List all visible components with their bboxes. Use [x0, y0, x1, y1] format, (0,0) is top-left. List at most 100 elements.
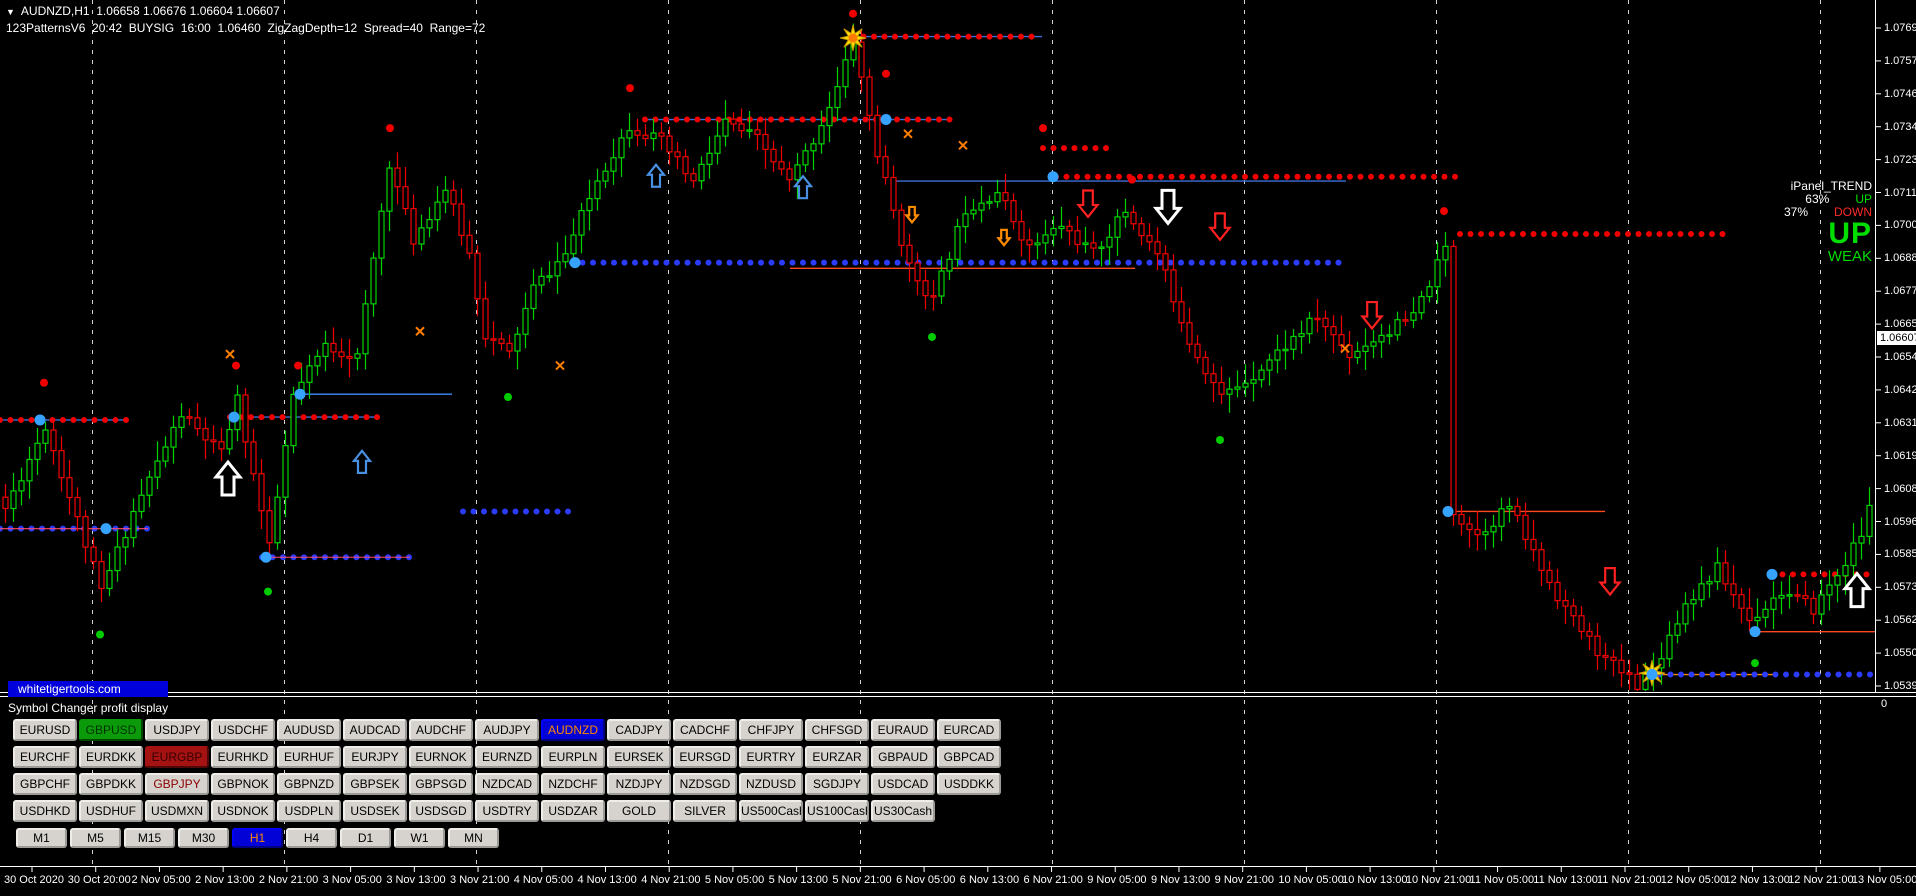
symbol-button-audusd[interactable]: AUDUSD: [277, 719, 341, 741]
symbol-button-usdpln[interactable]: USDPLN: [277, 800, 341, 822]
symbol-button-audchf[interactable]: AUDCHF: [409, 719, 473, 741]
symbol-button-us500cash[interactable]: US500Cash: [739, 800, 803, 822]
symbol-button-nzdchf[interactable]: NZDCHF: [541, 773, 605, 795]
time-tick-label: 3 Nov 21:00: [450, 874, 510, 886]
symbol-button-eurgbp[interactable]: EURGBP: [145, 746, 209, 768]
symbol-button-gbpdkk[interactable]: GBPDKK: [79, 773, 143, 795]
price-tick-label: 1.06195: [1884, 449, 1916, 462]
symbol-button-us30cash[interactable]: US30Cash: [871, 800, 935, 822]
symbol-button-eurdkk[interactable]: EURDKK: [79, 746, 143, 768]
symbol-button-usdnok[interactable]: USDNOK: [211, 800, 275, 822]
time-tick-label: 10 Nov 05:00: [1278, 874, 1344, 886]
time-tick-label: 12 Nov 05:00: [1660, 874, 1727, 886]
time-tick-label: 4 Nov 13:00: [577, 874, 637, 886]
symbol-button-nzdjpy[interactable]: NZDJPY: [607, 773, 671, 795]
time-tick-label: 11 Nov 21:00: [1597, 874, 1662, 886]
symbol-button-eurhuf[interactable]: EURHUF: [277, 746, 341, 768]
time-tick-label: 2 Nov 21:00: [258, 874, 319, 886]
symbol-button-usddkk[interactable]: USDDKK: [937, 773, 1001, 795]
symbol-button-gbpchf[interactable]: GBPCHF: [13, 773, 77, 795]
time-tick-label: 2 Nov 05:00: [131, 874, 191, 886]
symbol-button-nzdcad[interactable]: NZDCAD: [475, 773, 539, 795]
chart-title: ▼ AUDNZD,H1 1.06658 1.06676 1.06604 1.066…: [6, 3, 485, 36]
symbol-button-eurnok[interactable]: EURNOK: [409, 746, 473, 768]
symbol-button-usdhkd[interactable]: USDHKD: [13, 800, 77, 822]
symbol-button-nzdsgd[interactable]: NZDSGD: [673, 773, 737, 795]
symbol-button-usdzar[interactable]: USDZAR: [541, 800, 605, 822]
symbol-button-eurchf[interactable]: EURCHF: [13, 746, 77, 768]
timeframe-button-m30[interactable]: M30: [178, 828, 229, 848]
symbol-button-eurtry[interactable]: EURTRY: [739, 746, 803, 768]
symbol-button-audnzd[interactable]: AUDNZD: [541, 719, 605, 741]
symbol-button-silver[interactable]: SILVER: [673, 800, 737, 822]
symbol-button-chfjpy[interactable]: CHFJPY: [739, 719, 803, 741]
price-tick-label: 1.06655: [1884, 318, 1916, 331]
symbol-button-usdjpy[interactable]: USDJPY: [145, 719, 209, 741]
symbol-dropdown-icon[interactable]: ▼: [6, 7, 15, 17]
time-tick-label: 30 Oct 20:00: [67, 874, 131, 886]
price-tick-label: 1.07690: [1884, 22, 1916, 34]
symbol-button-usdsgd[interactable]: USDSGD: [409, 800, 473, 822]
symbol-button-euraud[interactable]: EURAUD: [871, 719, 935, 741]
symbol-button-gbpusd[interactable]: GBPUSD: [79, 719, 143, 741]
ipanel-trend-strength: WEAK: [1827, 248, 1872, 265]
timeframe-button-w1[interactable]: W1: [394, 828, 445, 848]
time-tick-label: 11 Nov 05:00: [1469, 874, 1535, 886]
price-tick-label: 1.07460: [1884, 87, 1916, 100]
price-tick-label: 1.07000: [1884, 219, 1916, 232]
symbol-button-gbpnok[interactable]: GBPNOK: [211, 773, 275, 795]
symbol-button-gold[interactable]: GOLD: [607, 800, 671, 822]
timeframe-button-m1[interactable]: M1: [16, 828, 67, 848]
symbol-button-sgdjpy[interactable]: SGDJPY: [805, 773, 869, 795]
symbol-button-eurjpy[interactable]: EURJPY: [343, 746, 407, 768]
symbol-button-gbpaud[interactable]: GBPAUD: [871, 746, 935, 768]
panel-separator-line[interactable]: [0, 696, 1916, 697]
symbol-button-usdtry[interactable]: USDTRY: [475, 800, 539, 822]
watermark-label: whitetigertools.com: [8, 681, 168, 697]
symbol-button-gbpsgd[interactable]: GBPSGD: [409, 773, 473, 795]
time-tick-label: 13 Nov 05:00: [1851, 874, 1916, 886]
price-tick-label: 1.05965: [1884, 515, 1916, 528]
timeframe-button-m5[interactable]: M5: [70, 828, 121, 848]
symbol-button-cadjpy[interactable]: CADJPY: [607, 719, 671, 741]
time-tick-label: 6 Nov 21:00: [1023, 874, 1083, 886]
symbol-button-usdsek[interactable]: USDSEK: [343, 800, 407, 822]
symbol-button-gbpnzd[interactable]: GBPNZD: [277, 773, 341, 795]
symbol-button-audjpy[interactable]: AUDJPY: [475, 719, 539, 741]
symbol-button-eursek[interactable]: EURSEK: [607, 746, 671, 768]
time-tick-label: 12 Nov 13:00: [1724, 874, 1790, 886]
symbol-button-usdmxn[interactable]: USDMXN: [145, 800, 209, 822]
price-tick-label: 1.07345: [1884, 120, 1916, 133]
symbol-button-us100cash[interactable]: US100Cash: [805, 800, 869, 822]
symbol-button-eurhkd[interactable]: EURHKD: [211, 746, 275, 768]
timeframe-button-h1[interactable]: H1: [232, 828, 283, 848]
time-axis[interactable]: 30 Oct 2020 30 Oct 20:00 2 Nov 05:00 2 Nov …: [0, 868, 1916, 896]
symbol-button-eurzar[interactable]: EURZAR: [805, 746, 869, 768]
symbol-button-eurusd[interactable]: EURUSD: [13, 719, 77, 741]
up-arrow-icon: [645, 163, 667, 188]
current-price-badge: 1.06607: [1877, 330, 1916, 345]
symbol-button-cadchf[interactable]: CADCHF: [673, 719, 737, 741]
candles-layer: [2, 23, 1873, 691]
symbol-button-nzdusd[interactable]: NZDUSD: [739, 773, 803, 795]
timeframe-button-m15[interactable]: M15: [124, 828, 175, 848]
symbol-button-usdchf[interactable]: USDCHF: [211, 719, 275, 741]
timeframe-button-d1[interactable]: D1: [340, 828, 391, 848]
symbol-button-usdhuf[interactable]: USDHUF: [79, 800, 143, 822]
symbol-button-eursgd[interactable]: EURSGD: [673, 746, 737, 768]
symbol-button-chfsgd[interactable]: CHFSGD: [805, 719, 869, 741]
timeframe-button-mn[interactable]: MN: [448, 828, 499, 848]
symbol-button-eurnzd[interactable]: EURNZD: [475, 746, 539, 768]
symbol-button-gbpcad[interactable]: GBPCAD: [937, 746, 1001, 768]
time-tick-label: 6 Nov 13:00: [959, 874, 1020, 886]
time-tick-label: 5 Nov 21:00: [832, 874, 892, 886]
symbol-button-usdcad[interactable]: USDCAD: [871, 773, 935, 795]
symbol-button-eurcad[interactable]: EURCAD: [937, 719, 1001, 741]
time-tick-label: 4 Nov 21:00: [641, 874, 701, 886]
timeframe-button-h4[interactable]: H4: [286, 828, 337, 848]
symbol-button-gbpjpy[interactable]: GBPJPY: [145, 773, 209, 795]
ohlc-readout: AUDNZD,H1 1.06658 1.06676 1.06604 1.0660…: [20, 4, 280, 18]
symbol-button-eurpln[interactable]: EURPLN: [541, 746, 605, 768]
symbol-button-audcad[interactable]: AUDCAD: [343, 719, 407, 741]
symbol-button-gbpsek[interactable]: GBPSEK: [343, 773, 407, 795]
